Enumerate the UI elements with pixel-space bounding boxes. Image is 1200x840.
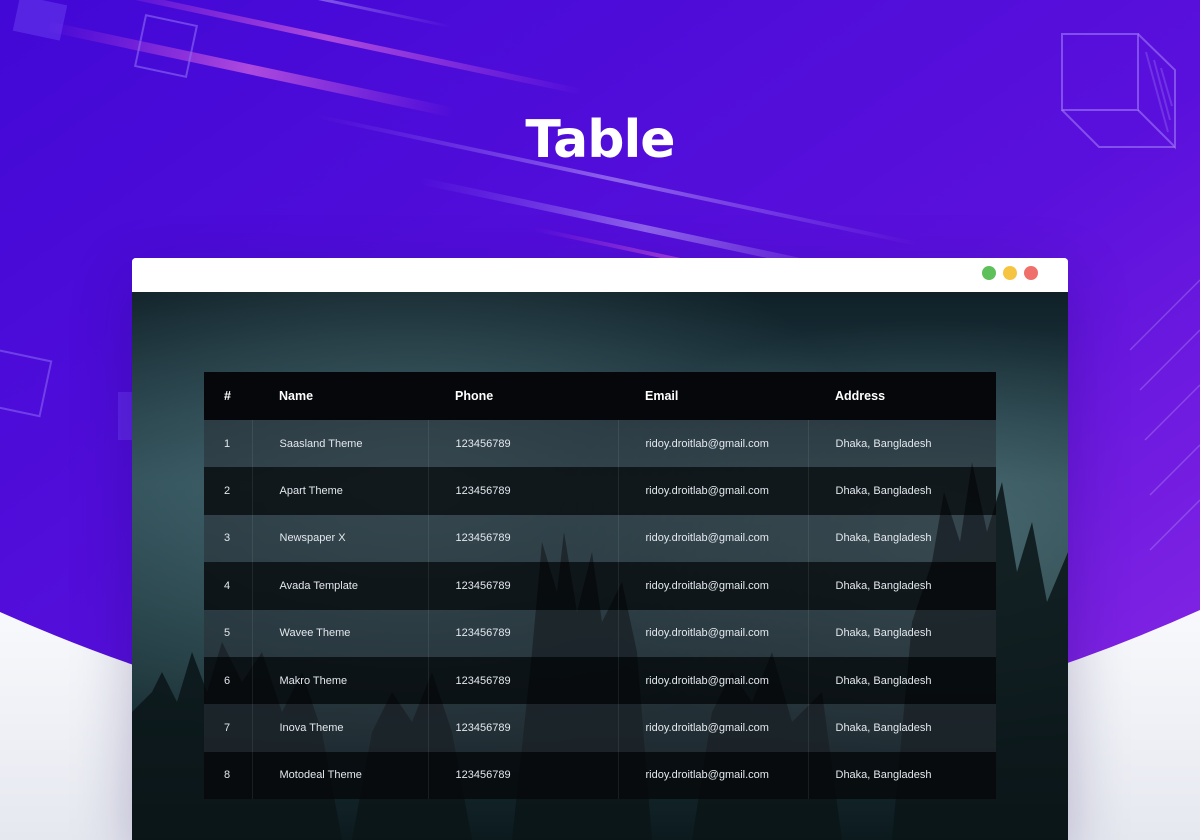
cell-number: 7 bbox=[204, 704, 252, 752]
cell-number: 6 bbox=[204, 656, 252, 705]
cell-address: Dhaka, Bangladesh bbox=[807, 609, 996, 657]
cell-address: Dhaka, Bangladesh bbox=[807, 562, 996, 610]
cell-address: Dhaka, Bangladesh bbox=[807, 751, 996, 800]
table-row: 4 Avada Template 123456789 ridoy.droitla… bbox=[204, 562, 996, 610]
cell-phone: 123456789 bbox=[427, 656, 618, 705]
window-maximize-button[interactable] bbox=[1003, 266, 1017, 280]
cell-address: Dhaka, Bangladesh bbox=[807, 467, 996, 515]
table-row: 1 Saasland Theme 123456789 ridoy.droitla… bbox=[204, 420, 996, 468]
cell-name: Inova Theme bbox=[251, 704, 428, 752]
table-row: 8 Motodeal Theme 123456789 ridoy.droitla… bbox=[204, 751, 996, 800]
cell-name: Avada Template bbox=[251, 562, 428, 610]
cell-phone: 123456789 bbox=[427, 704, 618, 752]
cell-address: Dhaka, Bangladesh bbox=[807, 704, 996, 752]
cell-number: 8 bbox=[204, 751, 252, 800]
browser-viewport: # Name Phone Email Address 1 Saasland Th… bbox=[132, 292, 1068, 840]
cell-name: Newspaper X bbox=[251, 514, 428, 563]
cell-email: ridoy.droitlab@gmail.com bbox=[617, 704, 808, 752]
cell-name: Apart Theme bbox=[251, 467, 428, 515]
column-header-phone[interactable]: Phone bbox=[428, 372, 618, 420]
cell-email: ridoy.droitlab@gmail.com bbox=[617, 562, 808, 610]
cell-address: Dhaka, Bangladesh bbox=[807, 420, 996, 468]
browser-window: # Name Phone Email Address 1 Saasland Th… bbox=[132, 258, 1068, 840]
cell-name: Makro Theme bbox=[251, 656, 428, 705]
column-header-email[interactable]: Email bbox=[618, 372, 808, 420]
table-row: 5 Wavee Theme 123456789 ridoy.droitlab@g… bbox=[204, 609, 996, 657]
cell-email: ridoy.droitlab@gmail.com bbox=[617, 751, 808, 800]
cell-phone: 123456789 bbox=[427, 420, 618, 468]
cell-email: ridoy.droitlab@gmail.com bbox=[617, 609, 808, 657]
table-row: 7 Inova Theme 123456789 ridoy.droitlab@g… bbox=[204, 704, 996, 752]
cell-phone: 123456789 bbox=[427, 467, 618, 515]
column-header-number[interactable]: # bbox=[204, 372, 252, 420]
table-row: 2 Apart Theme 123456789 ridoy.droitlab@g… bbox=[204, 467, 996, 515]
cell-email: ridoy.droitlab@gmail.com bbox=[617, 420, 808, 468]
cell-number: 5 bbox=[204, 609, 252, 657]
cell-address: Dhaka, Bangladesh bbox=[807, 514, 996, 563]
cell-number: 1 bbox=[204, 420, 252, 468]
cell-email: ridoy.droitlab@gmail.com bbox=[617, 467, 808, 515]
cell-name: Wavee Theme bbox=[251, 609, 428, 657]
table-row: 6 Makro Theme 123456789 ridoy.droitlab@g… bbox=[204, 656, 996, 705]
cell-address: Dhaka, Bangladesh bbox=[807, 656, 996, 705]
table-header: # Name Phone Email Address bbox=[204, 372, 996, 420]
cell-name: Motodeal Theme bbox=[251, 751, 428, 800]
column-header-name[interactable]: Name bbox=[252, 372, 428, 420]
column-header-address[interactable]: Address bbox=[808, 372, 996, 420]
cell-phone: 123456789 bbox=[427, 751, 618, 800]
cell-number: 3 bbox=[204, 514, 252, 563]
cell-number: 2 bbox=[204, 467, 252, 515]
cell-phone: 123456789 bbox=[427, 609, 618, 657]
table-body: 1 Saasland Theme 123456789 ridoy.droitla… bbox=[204, 420, 996, 800]
window-minimize-button[interactable] bbox=[982, 266, 996, 280]
browser-title-bar bbox=[132, 258, 1068, 292]
page-title: Table bbox=[525, 110, 675, 170]
cell-phone: 123456789 bbox=[427, 562, 618, 610]
cell-phone: 123456789 bbox=[427, 514, 618, 563]
cell-name: Saasland Theme bbox=[251, 420, 428, 468]
cell-number: 4 bbox=[204, 562, 252, 610]
data-table: # Name Phone Email Address 1 Saasland Th… bbox=[204, 372, 996, 800]
cell-email: ridoy.droitlab@gmail.com bbox=[617, 514, 808, 563]
cell-email: ridoy.droitlab@gmail.com bbox=[617, 656, 808, 705]
table-row: 3 Newspaper X 123456789 ridoy.droitlab@g… bbox=[204, 514, 996, 563]
table-header-row: # Name Phone Email Address bbox=[204, 372, 996, 420]
window-close-button[interactable] bbox=[1024, 266, 1038, 280]
